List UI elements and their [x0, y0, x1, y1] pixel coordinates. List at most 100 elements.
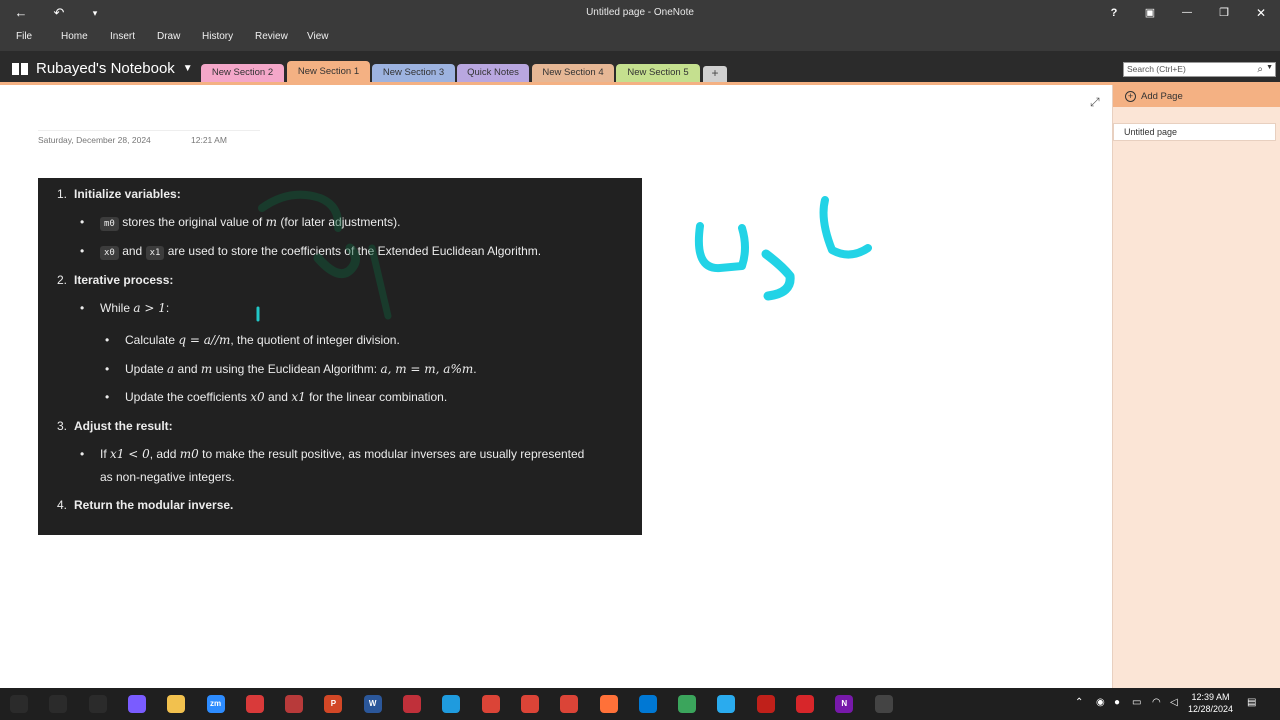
text: and — [267, 390, 288, 404]
list-heading: Initialize variables: — [74, 187, 181, 201]
app-icon[interactable] — [285, 695, 304, 713]
network-icon[interactable]: ▭ — [1132, 697, 1141, 708]
close-icon[interactable]: ✕ — [1250, 3, 1272, 23]
list-number: 3. — [57, 419, 68, 433]
search-icon[interactable]: ⌕ — [1257, 64, 1263, 75]
bullet-icon: • — [80, 215, 85, 229]
telegram-icon[interactable] — [717, 695, 736, 713]
section-tab-new-section-5[interactable]: New Section 5 — [616, 64, 700, 82]
page-list-item[interactable]: Untitled page — [1113, 123, 1276, 141]
start-icon[interactable] — [10, 695, 28, 713]
chrome-icon[interactable] — [560, 695, 579, 713]
file-explorer-icon[interactable] — [167, 695, 186, 713]
text: (for later adjustments). — [280, 215, 401, 229]
search-scope-dropdown-icon[interactable]: ▼ — [1266, 64, 1273, 71]
text: for the linear combination. — [309, 390, 448, 404]
title-bar: ← ↶ ▾ Untitled page - OneNote ? ▣ — ❐ ✕ — [0, 0, 1280, 26]
tab-home[interactable]: Home — [61, 31, 88, 42]
vscode-icon[interactable] — [638, 695, 657, 713]
list-number: 2. — [57, 273, 68, 287]
app-icon[interactable] — [874, 695, 893, 713]
bullet-icon: • — [80, 244, 85, 258]
acrobat-icon[interactable] — [756, 695, 775, 713]
search-icon[interactable] — [49, 695, 68, 713]
page-time: 12:21 AM — [191, 135, 227, 145]
search-placeholder: Search (Ctrl+E) — [1127, 64, 1186, 74]
text: . — [473, 362, 477, 376]
text: Update the coefficients — [125, 390, 247, 404]
word-icon[interactable]: W — [363, 695, 382, 713]
section-tab-quick-notes[interactable]: Quick Notes — [457, 64, 529, 82]
window-title: Untitled page - OneNote — [586, 7, 694, 18]
math: q = a//m — [178, 333, 231, 347]
text: : — [165, 301, 170, 315]
tray-overflow-icon[interactable]: ⌃ — [1075, 697, 1083, 708]
add-section-button[interactable]: + — [703, 66, 727, 82]
text: Calculate — [125, 333, 176, 347]
tab-file[interactable]: File — [16, 31, 32, 42]
page-canvas[interactable]: ⤢ Saturday, December 28, 2024 12:21 AM 1… — [0, 88, 1112, 688]
text: Update — [125, 362, 164, 376]
app-icon[interactable] — [403, 695, 421, 713]
tab-review[interactable]: Review — [255, 31, 288, 42]
minimize-icon[interactable]: — — [1176, 3, 1198, 23]
text: , the quotient of integer division. — [230, 333, 400, 347]
powerpoint-icon[interactable]: P — [324, 695, 343, 713]
full-page-view-icon[interactable]: ⤢ — [1090, 95, 1100, 110]
list-heading: Iterative process: — [74, 273, 174, 287]
page-date-line: Saturday, December 28, 2024 12:21 AM — [38, 130, 260, 145]
text: While — [100, 301, 131, 315]
bullet-icon: • — [105, 333, 110, 347]
list-heading: Return the modular inverse. — [74, 498, 234, 512]
section-tab-new-section-3[interactable]: New Section 3 — [372, 64, 455, 82]
maximize-icon[interactable]: ❐ — [1213, 3, 1235, 23]
microphone-icon[interactable]: ● — [1114, 697, 1120, 708]
section-tab-new-section-2[interactable]: New Section 2 — [201, 64, 284, 82]
list-item-continuation: as non-negative integers. — [100, 470, 235, 484]
tab-insert[interactable]: Insert — [110, 31, 135, 42]
zoom-icon[interactable]: zm — [206, 695, 225, 713]
chrome-icon[interactable] — [520, 695, 539, 713]
add-page-button[interactable]: + Add Page — [1113, 85, 1280, 107]
system-clock[interactable]: 12:39 AM 12/28/2024 — [1188, 691, 1233, 715]
chrome-icon[interactable] — [481, 695, 500, 713]
text: are used to store the coefficients of th… — [167, 244, 542, 258]
math: x1 < 0 — [110, 447, 150, 461]
chevron-down-icon: ▼ — [182, 63, 193, 74]
volume-icon[interactable]: ◁ — [1170, 697, 1178, 708]
math: a — [167, 362, 175, 376]
text: , add — [149, 447, 177, 461]
ink-stroke — [761, 249, 795, 301]
inline-code: x1 — [145, 246, 165, 260]
meet-now-icon[interactable]: ◉ — [1096, 697, 1105, 708]
list-item: Update a and m using the Euclidean Algor… — [125, 362, 477, 376]
app-icon[interactable] — [245, 695, 264, 713]
tab-view[interactable]: View — [307, 31, 329, 42]
list-item: x0 and x1 are used to store the coeffici… — [100, 244, 542, 260]
text: and — [122, 244, 143, 258]
edge-icon[interactable] — [442, 695, 461, 713]
inline-code: x0 — [100, 246, 119, 260]
note-content-block[interactable]: 1. Initialize variables: • m0 stores the… — [38, 178, 642, 535]
tab-history[interactable]: History — [202, 31, 233, 42]
wifi-icon[interactable]: ◠ — [1152, 697, 1161, 708]
tab-draw[interactable]: Draw — [157, 31, 180, 42]
bullet-icon: • — [105, 390, 110, 404]
onenote-icon[interactable]: N — [835, 695, 854, 713]
clock-date: 12/28/2024 — [1188, 704, 1234, 714]
notification-icon[interactable]: ▤ — [1247, 697, 1256, 708]
text: to make the result positive, as modular … — [202, 447, 585, 461]
ribbon-display-icon[interactable]: ▣ — [1139, 3, 1161, 23]
ink-stroke — [695, 222, 749, 273]
section-tab-new-section-4[interactable]: New Section 4 — [532, 64, 614, 82]
help-icon[interactable]: ? — [1103, 3, 1125, 23]
notebook-selector[interactable]: Rubayed's Notebook ▼ — [12, 60, 193, 77]
search-input[interactable]: Search (Ctrl+E) ⌕ ▼ — [1123, 62, 1276, 77]
app-icon[interactable] — [796, 695, 814, 713]
firefox-icon[interactable] — [599, 695, 618, 713]
app-icon[interactable] — [678, 695, 697, 713]
copilot-icon[interactable] — [127, 695, 146, 713]
task-view-icon[interactable] — [88, 695, 107, 713]
text: using the Euclidean Algorithm: — [215, 362, 378, 376]
section-tab-new-section-1[interactable]: New Section 1 — [287, 61, 370, 82]
